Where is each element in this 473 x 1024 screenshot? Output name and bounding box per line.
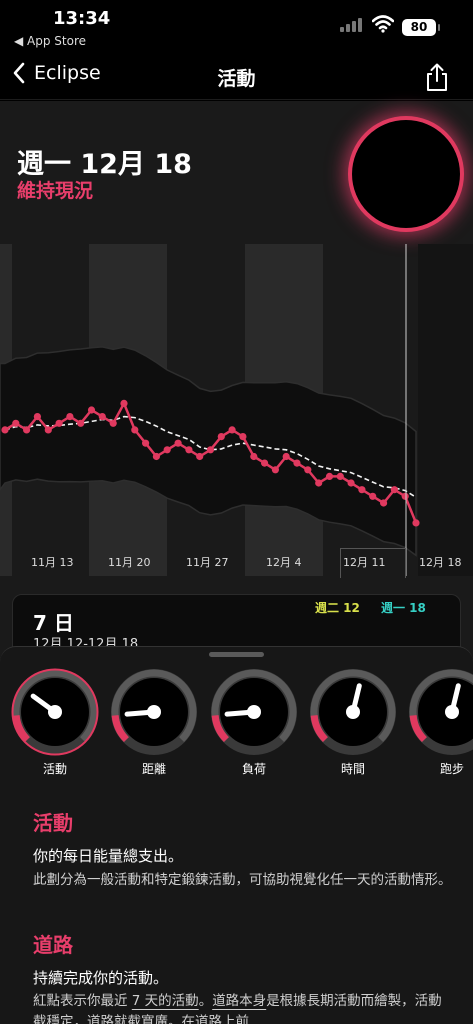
navigation-bar: Eclipse 活動 [0, 56, 473, 100]
x-tick-label: 12月 18 [419, 556, 462, 569]
data-point [142, 439, 150, 447]
data-point [347, 479, 355, 487]
back-to-app-store-link[interactable]: ◀ App Store [14, 34, 86, 48]
road-body-link-road[interactable]: 道路本身 [212, 993, 266, 1009]
data-point [261, 459, 269, 467]
compare-label-start: 週二 12 [315, 601, 360, 615]
cellular-signal-icon [340, 18, 362, 32]
data-point [196, 452, 204, 461]
future-area [418, 244, 473, 576]
clock: 13:34 [53, 8, 111, 29]
section-subtitle-activity: 你的每日能量總支出。 [33, 847, 184, 865]
x-tick-label: 12月 4 [266, 556, 302, 569]
data-point [44, 426, 52, 434]
road-body-text: 紅點表示你最近 [33, 993, 132, 1009]
data-point [390, 486, 398, 494]
x-tick-label: 11月 20 [108, 556, 151, 569]
data-point [336, 472, 344, 480]
week-card-title: 7 日 [33, 611, 74, 635]
data-point [380, 499, 388, 507]
data-point [55, 419, 63, 427]
page-title: 活動 [217, 68, 256, 90]
data-point [206, 446, 215, 454]
section-body-road: 紅點表示你最近 7 天的活動。道路本身是根據長期活動而繪製，活動截穩定，道路就截… [33, 991, 453, 1024]
metrics-bottom-sheet: 活動 距離 負荷 時間 跑步 活動 你的每日能量總支出。 此劃分為一般活動和特定… [0, 646, 473, 1024]
data-point [358, 486, 366, 494]
section-body-activity: 此劃分為一般活動和特定鍛鍊活動，可協助視覺化任一天的活動情形。 [33, 872, 452, 888]
data-point [325, 472, 334, 480]
data-point [315, 479, 323, 487]
data-point [120, 399, 128, 407]
data-point [217, 433, 225, 441]
data-point [239, 433, 247, 441]
section-heading-road: 道路 [33, 933, 73, 957]
activity-ring [352, 120, 460, 228]
data-point [369, 492, 377, 500]
data-point [282, 452, 290, 461]
compare-label-end: 週一 18 [381, 601, 426, 615]
sheet-grabber[interactable] [209, 652, 264, 657]
data-point [152, 452, 160, 461]
data-point [163, 446, 171, 454]
gauge-label-activity: 活動 [42, 762, 67, 776]
data-point [66, 413, 74, 421]
data-point [293, 459, 301, 467]
data-point [23, 426, 31, 434]
data-point [1, 426, 9, 434]
battery-indicator: 80 [402, 19, 440, 36]
data-point [174, 439, 182, 447]
data-point [77, 419, 85, 427]
running-gauge-icon[interactable] [408, 668, 473, 756]
data-point [401, 492, 409, 500]
road-body-link-7-days[interactable]: 7 天的活動 [132, 993, 199, 1009]
data-point [109, 419, 117, 427]
share-icon[interactable] [424, 62, 450, 92]
data-point [33, 413, 42, 421]
data-point [228, 426, 236, 434]
wifi-icon [372, 15, 394, 33]
x-tick-label: 11月 27 [186, 556, 229, 569]
time-gauge-icon[interactable] [309, 668, 397, 756]
x-tick-label: 11月 13 [31, 556, 74, 569]
activity-detail-view: 週一 12月 18 維持現況 11月 13 11月 20 11月 27 12月 … [0, 101, 473, 1024]
x-tick-label: 12月 11 [343, 556, 386, 569]
activity-gauge-icon[interactable] [11, 668, 99, 756]
gauge-label-distance: 距離 [141, 762, 166, 776]
gauge-label-time: 時間 [340, 762, 365, 776]
data-point [412, 519, 420, 527]
road-body-text: 。 [198, 993, 213, 1009]
data-point [304, 466, 312, 474]
gauge-label-running: 跑步 [439, 762, 464, 776]
section-heading-activity: 活動 [33, 811, 73, 835]
data-point [250, 452, 258, 461]
status-bar: 13:34 ◀ App Store 80 [0, 0, 473, 56]
data-point [131, 426, 139, 434]
data-point [185, 446, 193, 454]
distance-gauge-icon[interactable] [110, 668, 198, 756]
load-gauge-icon[interactable] [210, 668, 298, 756]
activity-status: 維持現況 [17, 180, 94, 202]
data-point [271, 466, 279, 474]
activity-road-chart[interactable] [0, 244, 473, 576]
data-point [98, 413, 106, 421]
gauge-label-load: 負荷 [241, 762, 266, 776]
data-point [87, 406, 96, 414]
data-point [12, 419, 20, 427]
section-subtitle-road: 持續完成你的活動。 [33, 969, 169, 987]
